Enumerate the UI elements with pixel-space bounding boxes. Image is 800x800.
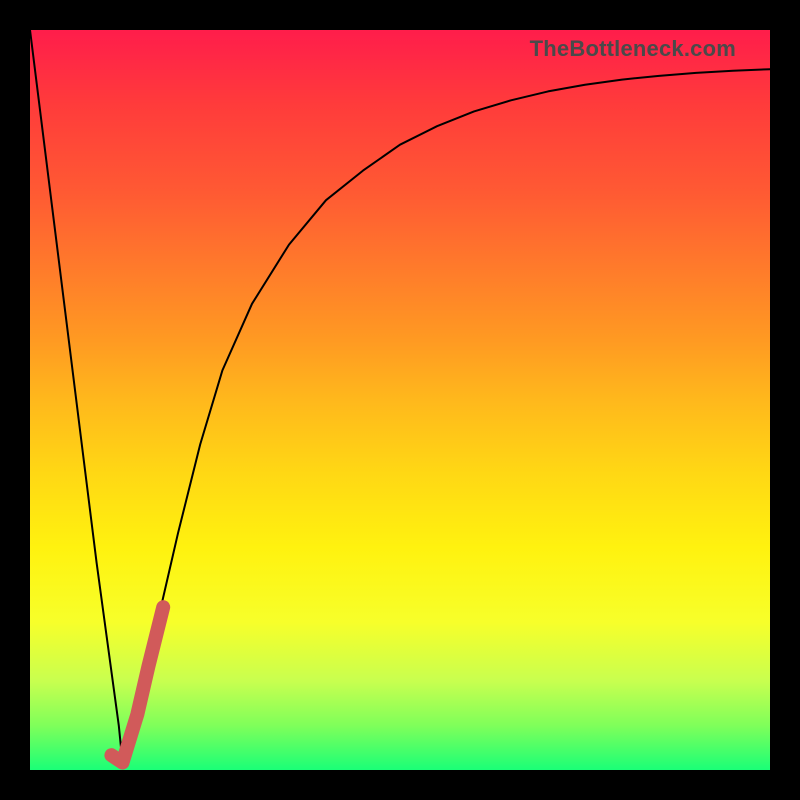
bottleneck-curve	[30, 30, 770, 763]
chart-svg	[30, 30, 770, 770]
chart-frame: TheBottleneck.com	[0, 0, 800, 800]
plot-area: TheBottleneck.com	[30, 30, 770, 770]
